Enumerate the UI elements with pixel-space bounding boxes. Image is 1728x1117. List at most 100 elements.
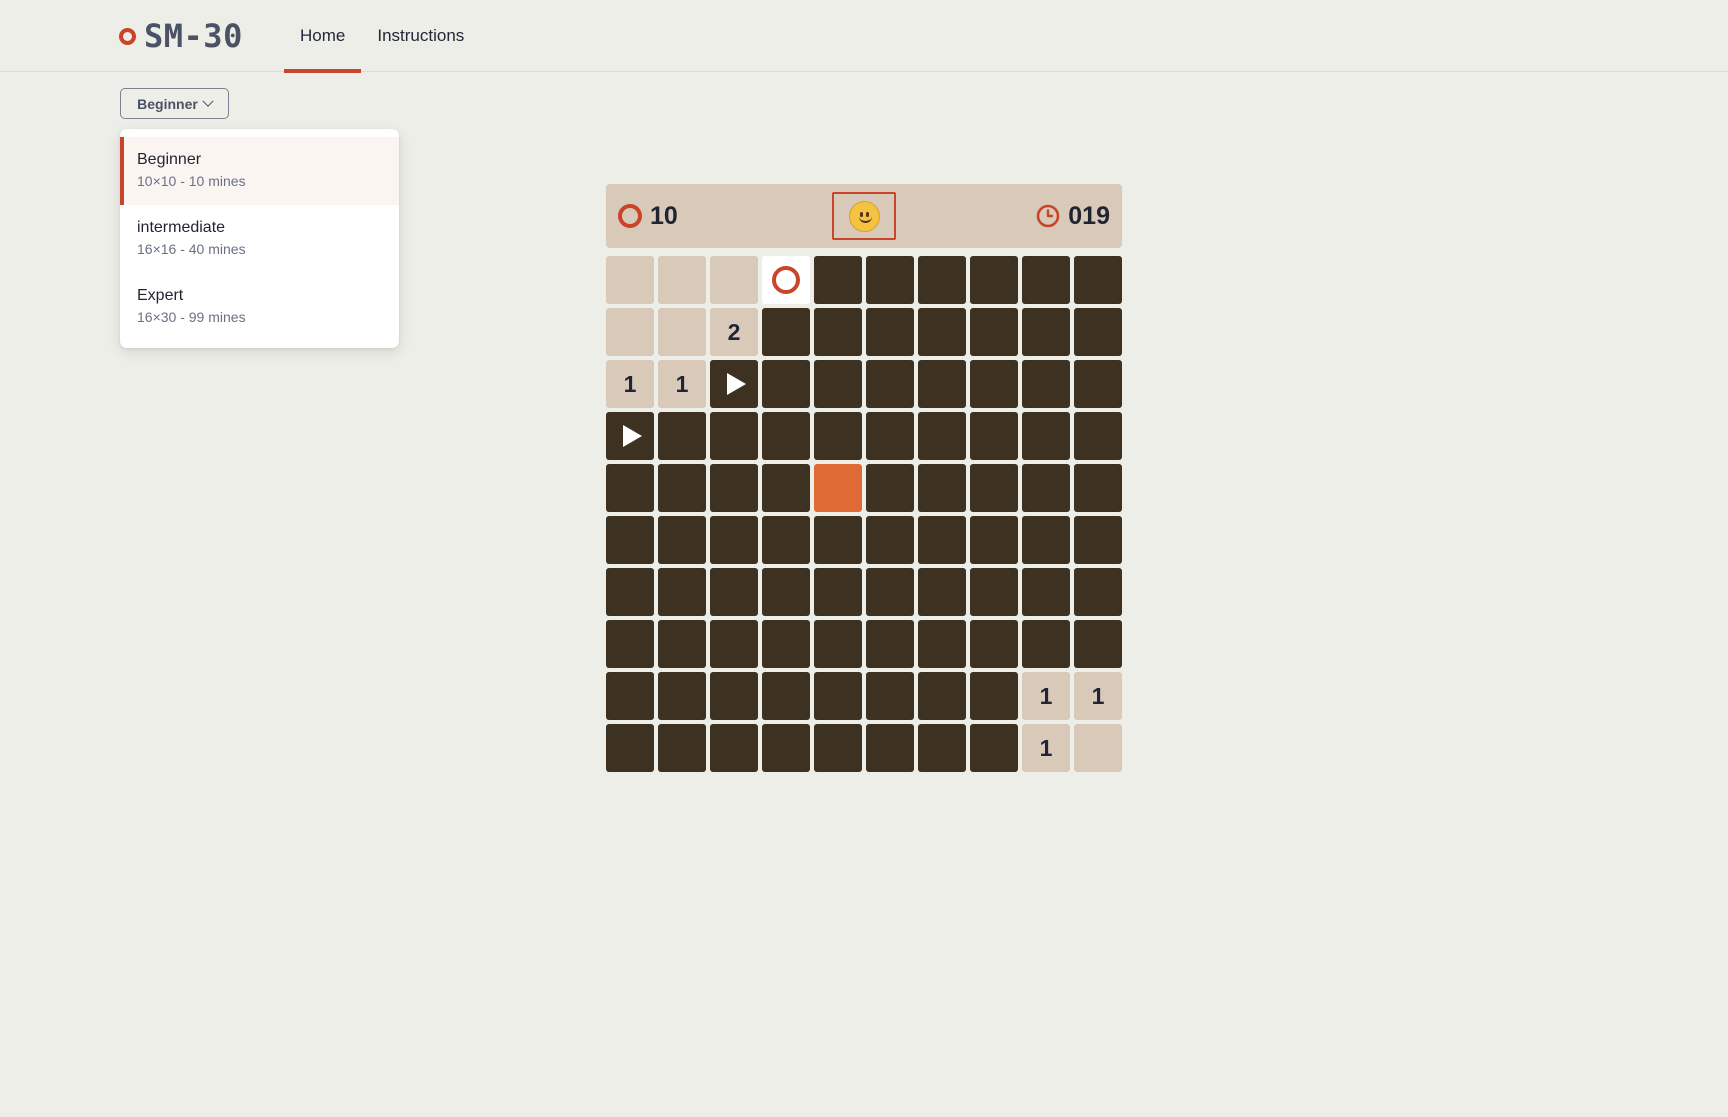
empty-cell[interactable] [1074,724,1122,772]
hidden-cell[interactable] [814,724,862,772]
hidden-cell[interactable] [762,672,810,720]
hidden-cell[interactable] [970,412,1018,460]
hidden-cell[interactable] [918,724,966,772]
hidden-cell[interactable] [970,308,1018,356]
empty-cell[interactable] [658,256,706,304]
hidden-cell[interactable] [814,308,862,356]
hidden-cell[interactable] [1022,620,1070,668]
flagged-cell[interactable] [606,412,654,460]
hidden-cell[interactable] [918,360,966,408]
flagged-cell[interactable] [710,360,758,408]
hidden-cell[interactable] [606,568,654,616]
hidden-cell[interactable] [866,672,914,720]
reset-face-button[interactable] [832,192,896,240]
empty-cell[interactable] [606,256,654,304]
hidden-cell[interactable] [658,464,706,512]
number-cell[interactable]: 1 [658,360,706,408]
hidden-cell[interactable] [970,672,1018,720]
difficulty-select-button[interactable]: Beginner [120,88,229,119]
highlighted-cell[interactable] [814,464,862,512]
hidden-cell[interactable] [710,620,758,668]
hidden-cell[interactable] [710,672,758,720]
hidden-cell[interactable] [918,412,966,460]
difficulty-option-intermediate[interactable]: intermediate 16×16 - 40 mines [120,205,399,273]
hidden-cell[interactable] [814,568,862,616]
hidden-cell[interactable] [918,516,966,564]
hidden-cell[interactable] [710,464,758,512]
hidden-cell[interactable] [1022,516,1070,564]
mine-cell[interactable] [762,256,810,304]
number-cell[interactable]: 1 [606,360,654,408]
hidden-cell[interactable] [762,360,810,408]
hidden-cell[interactable] [814,516,862,564]
hidden-cell[interactable] [762,724,810,772]
hidden-cell[interactable] [1074,308,1122,356]
hidden-cell[interactable] [710,568,758,616]
hidden-cell[interactable] [866,516,914,564]
hidden-cell[interactable] [658,620,706,668]
hidden-cell[interactable] [1074,620,1122,668]
number-cell[interactable]: 1 [1022,672,1070,720]
hidden-cell[interactable] [710,516,758,564]
hidden-cell[interactable] [606,464,654,512]
hidden-cell[interactable] [814,412,862,460]
hidden-cell[interactable] [762,308,810,356]
hidden-cell[interactable] [866,308,914,356]
hidden-cell[interactable] [970,620,1018,668]
hidden-cell[interactable] [762,516,810,564]
hidden-cell[interactable] [814,620,862,668]
hidden-cell[interactable] [1074,412,1122,460]
hidden-cell[interactable] [866,360,914,408]
hidden-cell[interactable] [866,724,914,772]
hidden-cell[interactable] [1022,308,1070,356]
hidden-cell[interactable] [710,412,758,460]
hidden-cell[interactable] [658,412,706,460]
number-cell[interactable]: 1 [1074,672,1122,720]
hidden-cell[interactable] [1022,256,1070,304]
hidden-cell[interactable] [658,672,706,720]
hidden-cell[interactable] [970,516,1018,564]
hidden-cell[interactable] [814,360,862,408]
difficulty-option-beginner[interactable]: Beginner 10×10 - 10 mines [120,137,399,205]
hidden-cell[interactable] [658,516,706,564]
hidden-cell[interactable] [918,568,966,616]
hidden-cell[interactable] [1074,464,1122,512]
hidden-cell[interactable] [762,620,810,668]
number-cell[interactable]: 1 [1022,724,1070,772]
hidden-cell[interactable] [606,620,654,668]
hidden-cell[interactable] [606,724,654,772]
hidden-cell[interactable] [814,256,862,304]
hidden-cell[interactable] [606,672,654,720]
hidden-cell[interactable] [1074,256,1122,304]
hidden-cell[interactable] [1022,568,1070,616]
hidden-cell[interactable] [866,568,914,616]
hidden-cell[interactable] [1022,412,1070,460]
hidden-cell[interactable] [866,620,914,668]
hidden-cell[interactable] [658,568,706,616]
hidden-cell[interactable] [970,568,1018,616]
hidden-cell[interactable] [710,724,758,772]
difficulty-option-expert[interactable]: Expert 16×30 - 99 mines [120,273,399,341]
number-cell[interactable]: 2 [710,308,758,356]
hidden-cell[interactable] [762,464,810,512]
hidden-cell[interactable] [866,256,914,304]
tab-instructions[interactable]: Instructions [361,0,480,72]
hidden-cell[interactable] [1074,360,1122,408]
empty-cell[interactable] [658,308,706,356]
hidden-cell[interactable] [918,620,966,668]
hidden-cell[interactable] [762,568,810,616]
hidden-cell[interactable] [918,308,966,356]
empty-cell[interactable] [606,308,654,356]
hidden-cell[interactable] [1074,516,1122,564]
hidden-cell[interactable] [970,724,1018,772]
tab-home[interactable]: Home [284,0,362,73]
hidden-cell[interactable] [1022,360,1070,408]
hidden-cell[interactable] [1022,464,1070,512]
hidden-cell[interactable] [918,256,966,304]
hidden-cell[interactable] [1074,568,1122,616]
hidden-cell[interactable] [762,412,810,460]
hidden-cell[interactable] [866,464,914,512]
hidden-cell[interactable] [658,724,706,772]
hidden-cell[interactable] [918,672,966,720]
hidden-cell[interactable] [918,464,966,512]
